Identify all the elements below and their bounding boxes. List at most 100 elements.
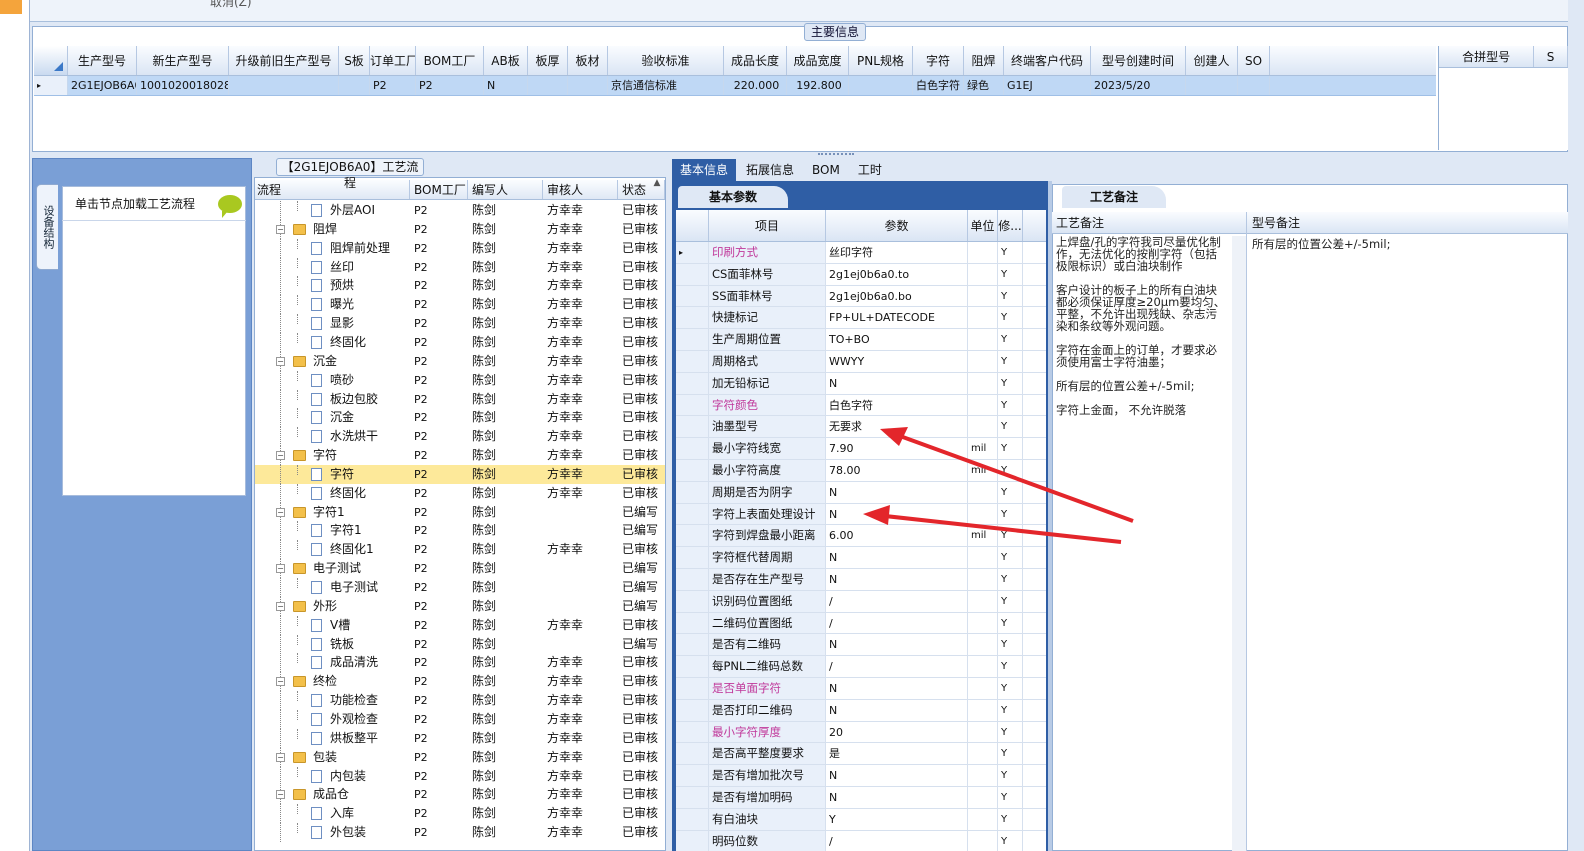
column-header[interactable]: S板 — [339, 46, 370, 75]
flow-node[interactable]: 阻焊前处理 — [255, 238, 410, 258]
process-flow-tree-grid[interactable]: 流程 BOM工厂 编写人 审核人 状态 外层AOI P2 陈剑 方幸幸 已审核 − 阻焊 P2… — [254, 177, 666, 851]
param-row[interactable]: 最小字符厚度 20 Y — [676, 721, 1046, 744]
flow-row[interactable]: 板边包胶 P2 陈剑 方幸幸 已审核 — [255, 389, 665, 409]
table-cell[interactable] — [1238, 76, 1270, 95]
collapse-icon[interactable]: − — [276, 507, 285, 517]
column-header[interactable]: 成品宽度 — [787, 46, 849, 75]
collapse-icon[interactable]: − — [276, 564, 285, 574]
column-header[interactable]: AB板 — [484, 46, 528, 75]
column-header[interactable]: 新生产型号 — [137, 46, 229, 75]
table-cell[interactable]: P2 — [416, 76, 484, 95]
flow-row[interactable]: 终固化 P2 陈剑 方幸幸 已审核 — [255, 332, 665, 352]
param-row[interactable]: 字符颜色 白色字符 Y — [676, 394, 1046, 417]
param-row[interactable]: 字符到焊盘最小距离 6.00 mil Y — [676, 525, 1046, 548]
param-value[interactable]: 20 — [826, 721, 968, 743]
flow-row[interactable]: 外包装 P2 陈剑 方幸幸 已审核 — [255, 823, 665, 843]
param-value[interactable]: 无要求 — [826, 416, 968, 438]
param-value[interactable]: / — [826, 656, 968, 677]
flow-row[interactable]: 入库 P2 陈剑 方幸幸 已审核 — [255, 804, 665, 824]
collapse-icon[interactable]: − — [276, 601, 285, 611]
flow-node[interactable]: 入库 — [255, 804, 410, 824]
flow-row[interactable]: 曝光 P2 陈剑 方幸幸 已审核 — [255, 295, 665, 315]
flow-node[interactable]: 曝光 — [255, 295, 410, 315]
param-row[interactable]: 最小字符线宽 7.90 mil Y — [676, 438, 1046, 460]
process-remark-tab[interactable]: 工艺备注 — [1062, 186, 1166, 208]
basic-params-tab[interactable]: 基本参数 — [678, 186, 788, 208]
param-row[interactable]: 是否单面字符 N Y — [676, 677, 1046, 700]
param-value[interactable]: 78.00 — [826, 459, 968, 481]
param-value[interactable]: 2g1ej0b6a0.bo — [826, 285, 968, 307]
param-row[interactable]: 字符框代替周期 N Y — [676, 547, 1046, 569]
param-row[interactable]: 是否有增加批次号 N Y — [676, 765, 1046, 787]
table-cell[interactable]: N — [484, 76, 528, 95]
device-structure-tab[interactable]: 设备结构 — [36, 184, 58, 270]
flow-row[interactable]: 外观检查 P2 陈剑 方幸幸 已审核 — [255, 709, 665, 729]
param-row[interactable]: 识别码位置图纸 / Y — [676, 590, 1046, 613]
table-cell[interactable] — [1186, 76, 1238, 95]
table-cell[interactable]: 2023/5/20 — [1091, 76, 1186, 95]
flow-row[interactable]: 字符1 P2 陈剑 已编写 — [255, 521, 665, 541]
table-cell[interactable] — [568, 76, 608, 95]
flow-row[interactable]: − 包装 P2 陈剑 方幸幸 已审核 — [255, 747, 665, 767]
flow-row[interactable]: − 字符1 P2 陈剑 已编写 — [255, 502, 665, 522]
tab-0[interactable]: 基本信息 — [672, 159, 737, 181]
param-row[interactable]: ▸ 印刷方式 丝印字符 Y — [676, 242, 1046, 264]
param-value[interactable]: WWYY — [826, 350, 968, 372]
flow-row[interactable]: − 沉金 P2 陈剑 方幸幸 已审核 — [255, 351, 665, 371]
column-header[interactable]: 板厚 — [528, 46, 568, 75]
flow-row[interactable]: V槽 P2 陈剑 方幸幸 已审核 — [255, 615, 665, 635]
param-value[interactable]: N — [826, 503, 968, 525]
param-row[interactable]: 是否高平整度要求是 Y — [676, 743, 1046, 766]
flow-node[interactable]: 外包装 — [255, 823, 410, 843]
flow-node[interactable]: − 电子测试 — [255, 559, 410, 579]
horizontal-splitter[interactable] — [818, 153, 854, 157]
table-cell[interactable]: 绿色 — [964, 76, 1004, 95]
param-row[interactable]: 加无铅标记 N Y — [676, 372, 1046, 395]
flow-row[interactable]: − 电子测试 P2 陈剑 已编写 — [255, 559, 665, 579]
flow-node[interactable]: 铣板 — [255, 634, 410, 654]
collapse-icon[interactable]: − — [276, 677, 285, 687]
param-value[interactable]: Y — [826, 808, 968, 830]
param-row[interactable]: SS面菲林号 2g1ej0b6a0.bo Y — [676, 285, 1046, 308]
param-row[interactable]: 有白油块 Y Y — [676, 808, 1046, 831]
flow-row[interactable]: 烘板整平 P2 陈剑 方幸幸 已审核 — [255, 728, 665, 748]
flow-row[interactable]: 预烘 P2 陈剑 方幸幸 已审核 — [255, 276, 665, 296]
table-cell[interactable]: 2G1EJOB6A0 — [68, 76, 137, 95]
flow-node[interactable]: − 字符 — [255, 446, 410, 466]
param-value[interactable]: 白色字符 — [826, 394, 968, 416]
param-value[interactable]: N — [826, 481, 968, 503]
param-value[interactable]: 丝印字符 — [826, 242, 968, 263]
column-header[interactable]: BOM工厂 — [416, 46, 484, 75]
flow-row[interactable]: 电子测试 P2 陈剑 已编写 — [255, 578, 665, 597]
param-value[interactable]: N — [826, 568, 968, 590]
param-value[interactable]: / — [826, 612, 968, 634]
column-header[interactable]: 板材 — [568, 46, 608, 75]
table-cell[interactable]: 白色字符 — [913, 76, 964, 95]
collapse-icon[interactable]: − — [276, 451, 285, 461]
column-header[interactable]: 升级前旧生产型号 — [229, 46, 339, 75]
grid-corner[interactable] — [34, 46, 68, 75]
flow-node[interactable]: 电子测试 — [255, 578, 410, 597]
structure-tree[interactable]: 单击节点加载工艺流程 — [62, 186, 246, 496]
flow-row[interactable]: 喷砂 P2 陈剑 方幸幸 已审核 — [255, 370, 665, 390]
table-cell[interactable]: P2 — [370, 76, 416, 95]
column-header[interactable]: 终端客户代码 — [1004, 46, 1091, 75]
flow-node[interactable]: 功能检查 — [255, 691, 410, 711]
param-row[interactable]: 是否打印二维码 N Y — [676, 699, 1046, 722]
param-value[interactable]: / — [826, 830, 968, 851]
flow-row[interactable]: 终固化 P2 陈剑 方幸幸 已审核 — [255, 483, 665, 503]
flow-row[interactable]: 成品清洗 P2 陈剑 方幸幸 已审核 — [255, 653, 665, 673]
flow-node[interactable]: 成品清洗 — [255, 653, 410, 673]
flow-row[interactable]: 显影 P2 陈剑 方幸幸 已审核 — [255, 314, 665, 334]
remark-scrollbar[interactable] — [1232, 236, 1246, 851]
column-header[interactable]: 订单工厂 — [370, 46, 416, 75]
flow-node[interactable]: 字符 — [255, 464, 410, 484]
param-row[interactable]: 生产周期位置 TO+BO Y — [676, 329, 1046, 351]
param-value[interactable]: / — [826, 590, 968, 612]
column-header[interactable]: 验收标准 — [608, 46, 724, 75]
column-header[interactable]: SO — [1238, 46, 1270, 75]
flow-node[interactable]: − 包装 — [255, 747, 410, 767]
table-cell[interactable] — [229, 76, 339, 95]
flow-node[interactable]: 终固化 — [255, 483, 410, 503]
collapse-icon[interactable]: − — [276, 752, 285, 762]
